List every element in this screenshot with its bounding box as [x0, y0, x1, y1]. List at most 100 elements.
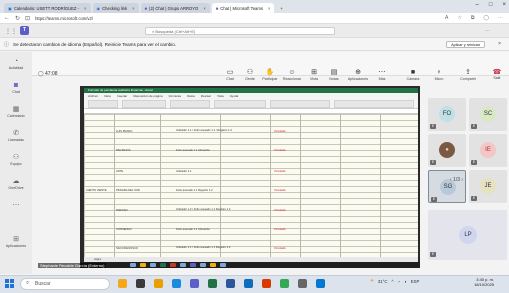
task-view-icon[interactable]	[136, 279, 145, 288]
powerpoint-app-icon[interactable]	[262, 279, 271, 288]
participant-tile[interactable]: SC E	[469, 98, 507, 131]
camera-button[interactable]: ■ Cámara	[403, 69, 423, 81]
browser-tab-teams-chat[interactable]: ■ Chat | Microsoft Teams ×	[211, 3, 275, 13]
app-icon[interactable]	[298, 279, 307, 288]
apps-icon: ⊞	[13, 236, 19, 243]
close-icon[interactable]: ×	[84, 6, 86, 11]
more-button[interactable]: ⋯ Más	[372, 69, 392, 81]
excel-app-icon[interactable]	[208, 279, 217, 288]
wifi-icon[interactable]: ◔	[398, 279, 401, 284]
chat-button[interactable]: ▭ Chat	[220, 69, 240, 81]
people-button[interactable]: ⚇ Gente	[240, 69, 260, 81]
windows-start-icon[interactable]	[5, 279, 14, 288]
refresh-icon[interactable]: ↻	[15, 15, 20, 22]
collections-icon[interactable]: ⧉	[471, 15, 475, 21]
participant-badge: E	[471, 124, 477, 129]
rail-item-onedrive[interactable]: ☁ OneDrive	[0, 178, 32, 190]
participant-pager[interactable]: ‹ 1/3 ›	[450, 177, 463, 183]
cell-indicator: Indicador 1.1 / Folio anexado 1.1 / Regi…	[176, 129, 232, 132]
avatar: ●	[439, 142, 455, 158]
avatar: LP	[459, 226, 477, 244]
more-icon: ⋯	[378, 69, 386, 76]
settings-more-icon[interactable]: ⋯	[485, 28, 490, 34]
volume-icon[interactable]: ◖	[404, 279, 407, 284]
browser-tab-grupo-chat[interactable]: ■ (2) Chat | Grupo ARROYO ×	[140, 3, 210, 13]
cell-center: CIENTO VEINTE	[86, 189, 107, 192]
mic-button[interactable]: ♀ Micro	[429, 69, 449, 81]
excel-menu-item: Vista	[217, 94, 224, 98]
calendar-icon: ▣	[8, 5, 12, 11]
favorites-icon[interactable]: ☆	[457, 15, 461, 21]
participant-tile-large[interactable]: LP E	[428, 210, 507, 260]
close-icon[interactable]: ×	[203, 6, 205, 11]
close-icon[interactable]: ×	[268, 6, 270, 11]
search-input[interactable]: ⌕ Búsqueda (Ctrl+Alt+E)	[145, 27, 335, 35]
url-field[interactable]: https://teams.microsoft.com/v2/	[35, 16, 93, 21]
rail-item-calls[interactable]: ✆ Llamadas	[0, 130, 32, 142]
app-icon[interactable]	[316, 279, 325, 288]
profile-icon[interactable]: ◯	[483, 15, 489, 21]
search-icon: ⌕	[26, 280, 30, 286]
teams-icon: ■	[144, 5, 148, 11]
chat-icon: ◙	[13, 82, 19, 89]
raise-hand-button[interactable]: ✋ Participar	[260, 69, 280, 81]
app-launcher-icon[interactable]: ⋮⋮	[5, 28, 17, 35]
rail-item-chat[interactable]: ◙ Chat	[0, 82, 32, 94]
participant-tile[interactable]: IE E	[469, 134, 507, 167]
apps-plus-icon: ⊕	[355, 69, 361, 76]
app-icon	[140, 263, 146, 267]
ribbon-group	[214, 100, 266, 108]
excel-menu-item: Revisar	[200, 94, 212, 98]
participant-tile[interactable]: JE E	[469, 170, 507, 203]
edge-icon[interactable]	[172, 279, 181, 288]
cell-office: SAN FRANCISCO	[116, 247, 139, 250]
new-tab-button[interactable]: +	[276, 3, 286, 13]
browser-tab-checking[interactable]: ◉ Checking link ×	[92, 3, 139, 13]
cell-indicator: Indicador 1.1	[176, 170, 192, 173]
person-photo-icon: ●	[445, 147, 449, 153]
phone-icon: ✆	[13, 130, 19, 137]
word-app-icon[interactable]	[226, 279, 235, 288]
ribbon-group	[122, 100, 166, 108]
excel-menu-item: Archivo	[88, 94, 99, 98]
app-icon	[160, 263, 166, 267]
outlook-app-icon[interactable]	[244, 279, 253, 288]
close-window-icon[interactable]: ×	[502, 2, 506, 8]
widgets-icon[interactable]	[118, 279, 127, 288]
chevron-right-icon[interactable]: ›	[460, 177, 463, 183]
chevron-up-icon[interactable]: ^	[391, 279, 393, 284]
close-icon[interactable]: ×	[498, 41, 501, 47]
close-icon[interactable]: ×	[132, 6, 134, 11]
share-button[interactable]: ⇪ Compartir	[458, 69, 478, 81]
grid-line	[114, 114, 115, 257]
zoom-icon[interactable]: A	[445, 15, 448, 21]
participant-tile[interactable]: FO E	[428, 98, 466, 131]
language-indicator[interactable]: ESP	[411, 279, 420, 284]
minimize-icon[interactable]: –	[476, 2, 479, 8]
cloud-icon: ☁	[12, 178, 20, 185]
clock[interactable]: 3:40 p. m. 18/10/2025	[474, 277, 494, 287]
more-icon[interactable]: ⋯	[498, 15, 503, 21]
browser-tab-calendar[interactable]: ▣ Calendario: USETT RODRÍGUEZ - ×	[4, 3, 91, 13]
maximize-icon[interactable]: □	[489, 2, 493, 8]
participant-tile[interactable]: ● E	[428, 134, 466, 167]
back-icon[interactable]: ←	[4, 15, 10, 21]
windows-search-input[interactable]: Buscar	[20, 278, 110, 290]
browser-toolbar: A ☆ ⧉ ◯ ⋯	[445, 15, 503, 21]
rail-item-activity[interactable]: ◔ Actividad	[0, 58, 32, 70]
react-button[interactable]: ☺ Reaccionar	[282, 69, 302, 81]
notes-button[interactable]: ▤ Notas	[324, 69, 344, 81]
apply-restart-button[interactable]: Aplicar y reiniciar	[446, 41, 485, 48]
rail-item-calendar[interactable]: ▦ Calendario	[0, 106, 32, 118]
rail-more[interactable]: ⋯	[0, 202, 32, 210]
rail-item-apps[interactable]: ⊞ Aplicaciones	[0, 236, 32, 248]
phone-hangup-icon: ☎	[492, 69, 502, 76]
file-explorer-icon[interactable]	[154, 279, 163, 288]
teams-app-icon[interactable]	[190, 279, 199, 288]
view-button[interactable]: ⊞ Vista	[304, 69, 324, 81]
participant-tile-selected[interactable]: SG E	[428, 170, 466, 203]
chrome-app-icon[interactable]	[280, 279, 289, 288]
apps-button[interactable]: ⊕ Aplicaciones	[346, 69, 370, 81]
rail-item-teams[interactable]: ⚇ Equipo	[0, 154, 32, 166]
leave-button[interactable]: ☎ Salir	[487, 68, 507, 82]
